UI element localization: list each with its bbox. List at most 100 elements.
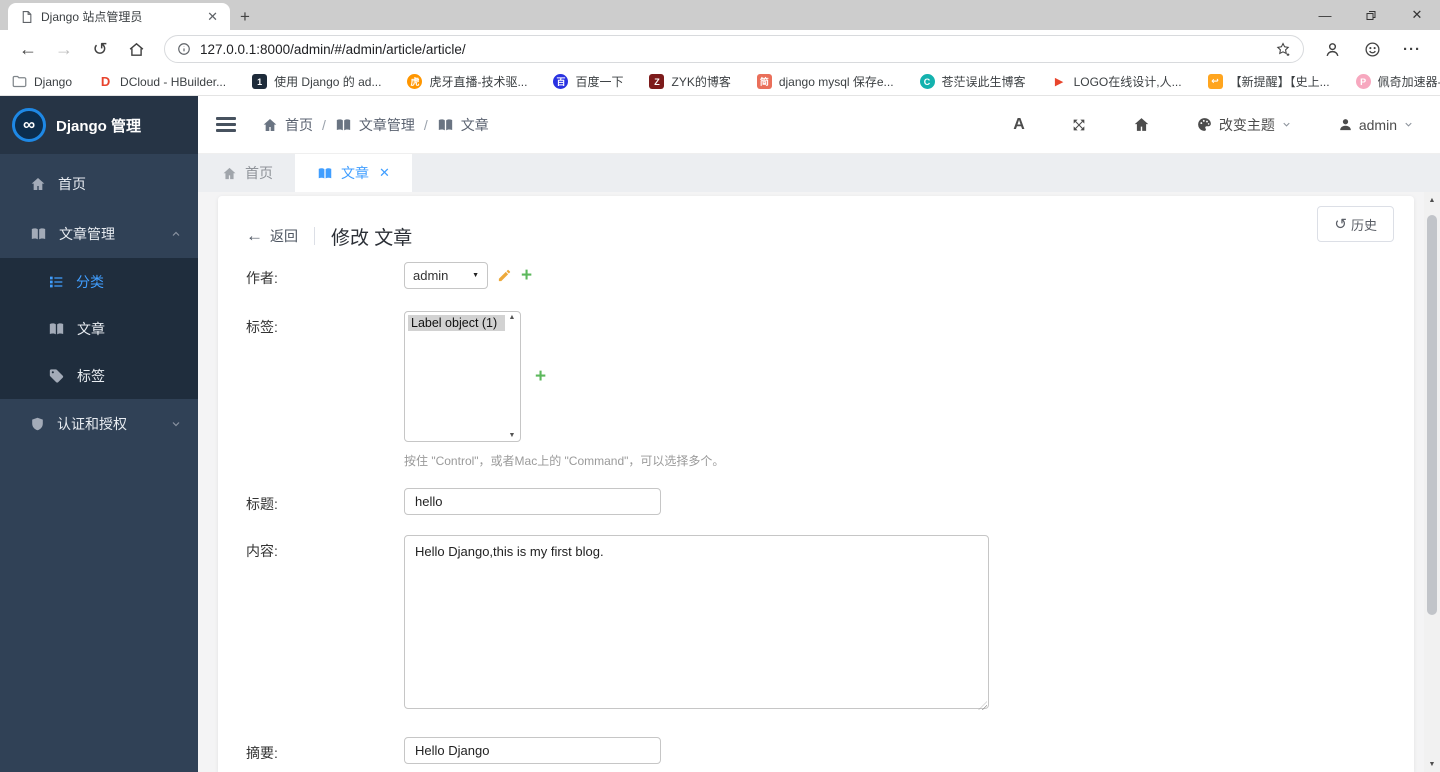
resize-grip[interactable] bbox=[978, 701, 987, 710]
sidebar-group-articles[interactable]: 文章管理 bbox=[0, 210, 198, 258]
scroll-up-icon[interactable]: ▲ bbox=[509, 314, 516, 321]
tags-multiselect[interactable]: Label object (1) ▲ ▼ bbox=[404, 311, 521, 442]
author-select[interactable]: admin ▼ bbox=[404, 262, 488, 289]
shield-icon bbox=[30, 416, 45, 432]
scroll-down-icon[interactable]: ▼ bbox=[509, 432, 516, 439]
nav-home-button[interactable] bbox=[1133, 116, 1150, 133]
home-icon bbox=[262, 117, 278, 133]
user-menu[interactable]: admin bbox=[1338, 117, 1414, 133]
more-menu-icon[interactable]: ··· bbox=[1394, 33, 1430, 65]
bookmark-item[interactable]: Z ZYK的博客 bbox=[649, 73, 731, 90]
bookmark-item[interactable]: 1 使用 Django 的 ad... bbox=[252, 73, 381, 90]
cangmang-blog-icon: C bbox=[919, 74, 935, 89]
title-input[interactable] bbox=[404, 488, 661, 515]
url-text: 127.0.0.1:8000/admin/#/admin/article/art… bbox=[200, 41, 466, 57]
history-button[interactable]: ↺ 历史 bbox=[1317, 206, 1394, 242]
folder-icon bbox=[12, 75, 27, 88]
home-icon bbox=[30, 176, 46, 192]
content-textarea[interactable]: Hello Django,this is my first blog. bbox=[404, 535, 989, 709]
add-related-icon[interactable]: + bbox=[521, 266, 532, 285]
back-arrow-icon: ← bbox=[246, 226, 263, 245]
bookmark-item[interactable]: 虎 虎牙直播-技术驱... bbox=[407, 73, 527, 90]
bookmark-item[interactable]: 简 django mysql 保存e... bbox=[756, 73, 894, 90]
add-related-icon[interactable]: + bbox=[535, 367, 546, 386]
chevron-down-icon bbox=[170, 418, 182, 430]
selected-option[interactable]: Label object (1) bbox=[408, 315, 505, 331]
brand-title: Django 管理 bbox=[56, 117, 141, 135]
sidebar-item-article[interactable]: 文章 bbox=[0, 305, 198, 352]
scroll-up-icon[interactable]: ▲ bbox=[1424, 192, 1440, 208]
sidebar-item-home[interactable]: 首页 bbox=[0, 158, 198, 210]
scroll-down-icon[interactable]: ▼ bbox=[1424, 756, 1440, 772]
breadcrumb: 首页 / 文章管理 / 文章 bbox=[262, 115, 489, 135]
page-tabs: 首页 文章 ✕ bbox=[198, 154, 1440, 192]
jianshu-icon: 简 bbox=[756, 74, 772, 89]
browser-toolbar: ← → ↺ 127.0.0.1:8000/admin/#/admin/artic… bbox=[0, 30, 1440, 68]
breadcrumb-home[interactable]: 首页 bbox=[262, 115, 313, 135]
chevron-up-icon bbox=[170, 228, 182, 240]
bookmark-item[interactable]: C 苍茫误此生博客 bbox=[919, 73, 1026, 90]
page-title: 修改 文章 bbox=[331, 227, 413, 249]
book-icon bbox=[335, 117, 352, 133]
window-minimize-button[interactable]: — bbox=[1302, 0, 1348, 30]
tab-close-icon[interactable]: ✕ bbox=[379, 165, 390, 181]
title-label: 标题: bbox=[246, 496, 278, 512]
feedback-smiley-icon[interactable] bbox=[1354, 33, 1390, 65]
chevron-down-icon bbox=[1281, 119, 1292, 130]
breadcrumb-articles[interactable]: 文章管理 bbox=[335, 115, 415, 135]
back-link[interactable]: ← 返回 bbox=[246, 226, 298, 246]
tab-home[interactable]: 首页 bbox=[200, 154, 295, 192]
browser-home-button[interactable] bbox=[118, 33, 154, 65]
new-tab-button[interactable]: + bbox=[230, 3, 260, 30]
favorite-star-icon[interactable] bbox=[1275, 41, 1291, 57]
bookmark-item[interactable]: P 佩奇加速器-PEI7.CC bbox=[1355, 73, 1440, 90]
browser-tab[interactable]: Django 站点管理员 ✕ bbox=[8, 3, 230, 30]
select-caret-icon: ▼ bbox=[472, 272, 479, 279]
main-content: ↺ 历史 ← 返回 修改 文章 作者: admin ▼ + 标签: Label … bbox=[198, 192, 1440, 772]
bookmark-item[interactable]: 百 百度一下 bbox=[553, 73, 623, 90]
edit-pencil-icon[interactable] bbox=[497, 268, 512, 283]
peiqi-icon: P bbox=[1355, 74, 1371, 89]
back-button[interactable]: ← bbox=[10, 33, 46, 65]
bookmark-item[interactable]: Django bbox=[12, 75, 72, 89]
logo-design-icon: ▶ bbox=[1054, 76, 1064, 88]
fullscreen-button[interactable] bbox=[1071, 117, 1087, 133]
bookmark-item[interactable]: ▶ LOGO在线设计,人... bbox=[1052, 73, 1182, 90]
tags-icon bbox=[48, 368, 65, 384]
multiselect-scrollbar[interactable]: ▲ ▼ bbox=[506, 314, 518, 439]
multiselect-help-text: 按住 "Control"，或者Mac上的 "Command"，可以选择多个。 bbox=[404, 454, 725, 468]
book-icon bbox=[30, 226, 47, 242]
tab-close-icon[interactable]: ✕ bbox=[203, 9, 222, 25]
simpleui-logo-icon: ∞ bbox=[12, 108, 46, 142]
book-icon bbox=[317, 166, 333, 181]
scrollbar-thumb[interactable] bbox=[1427, 215, 1437, 615]
forward-button[interactable]: → bbox=[46, 33, 82, 65]
site-info-icon[interactable] bbox=[177, 42, 191, 56]
window-close-button[interactable]: ✕ bbox=[1394, 0, 1440, 30]
list-icon bbox=[48, 274, 64, 290]
history-icon: ↺ bbox=[1334, 216, 1347, 233]
address-bar[interactable]: 127.0.0.1:8000/admin/#/admin/article/art… bbox=[164, 35, 1304, 63]
sidebar-item-category[interactable]: 分类 bbox=[0, 258, 198, 305]
theme-switcher[interactable]: 改变主题 bbox=[1196, 115, 1292, 135]
huya-icon: 虎 bbox=[407, 74, 423, 89]
collapse-menu-icon[interactable] bbox=[216, 117, 236, 132]
breadcrumb-article[interactable]: 文章 bbox=[437, 115, 489, 135]
chevron-down-icon bbox=[1403, 119, 1414, 130]
tab-article[interactable]: 文章 ✕ bbox=[295, 154, 412, 192]
zyk-blog-icon: Z bbox=[649, 74, 665, 89]
home-icon bbox=[222, 166, 237, 181]
author-label: 作者: bbox=[246, 270, 278, 286]
window-restore-button[interactable] bbox=[1348, 0, 1394, 30]
django-admin-doc-icon: 1 bbox=[252, 74, 268, 89]
font-size-button[interactable]: A bbox=[1013, 116, 1025, 134]
baidu-icon: 百 bbox=[553, 74, 569, 89]
sidebar-item-tag[interactable]: 标签 bbox=[0, 352, 198, 399]
sidebar-group-auth[interactable]: 认证和授权 bbox=[0, 399, 198, 449]
bookmark-item[interactable]: ↩ 【新提醒】【史上... bbox=[1207, 73, 1330, 90]
bookmark-item[interactable]: D DCloud - HBuilder... bbox=[98, 74, 226, 89]
content-scrollbar[interactable]: ▲ ▼ bbox=[1424, 192, 1440, 772]
profile-icon[interactable] bbox=[1314, 33, 1350, 65]
refresh-button[interactable]: ↺ bbox=[82, 33, 118, 65]
summary-input[interactable] bbox=[404, 737, 661, 764]
